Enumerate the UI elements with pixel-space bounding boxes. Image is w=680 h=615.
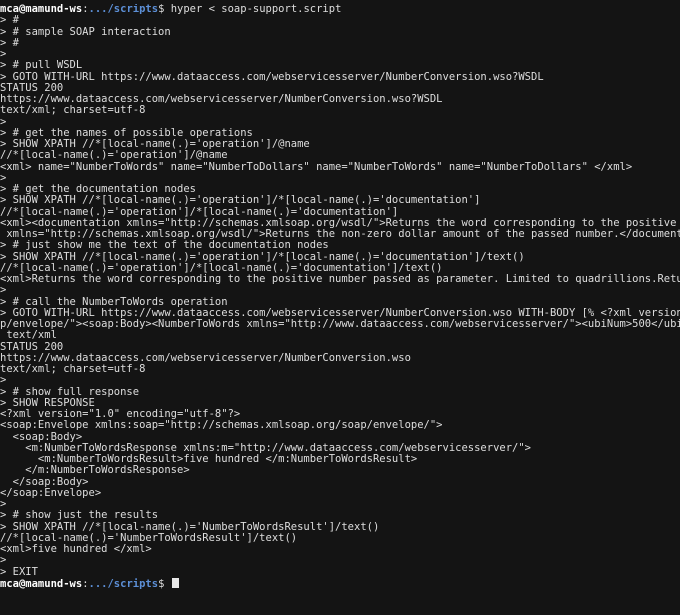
output-line: >: [0, 375, 7, 387]
output-line: > # sample SOAP interaction: [0, 26, 171, 38]
output-line: https://www.dataaccess.com/webservicesse…: [0, 94, 443, 105]
output-line: //*[local-name(.)='NumberToWordsResult']…: [0, 532, 298, 544]
output-line: > # show full response: [0, 386, 140, 398]
output-line: > #: [0, 37, 19, 49]
output-line: //*[local-name(.)='operation']/*[local-n…: [0, 206, 399, 218]
output-line: > SHOW XPATH //*[local-name(.)='operatio…: [0, 251, 525, 263]
output-line: <xml><documentation xmlns="http://schema…: [0, 217, 677, 229]
output-line: <?xml version="1.0" encoding="utf-8"?>: [0, 409, 241, 420]
output-line: > # get the documentation nodes: [0, 184, 196, 195]
output-line: text/xml; charset=utf-8: [0, 105, 146, 117]
output-line: >: [0, 555, 7, 567]
output-line: </soap:Envelope>: [0, 487, 102, 499]
output-line: > #: [0, 15, 19, 27]
output-line: > SHOW RESPONSE: [0, 397, 95, 409]
output-line: >: [0, 285, 7, 297]
output-line: https://www.dataaccess.com/webservicesse…: [0, 352, 411, 364]
output-line: </m:NumberToWordsResponse>: [0, 465, 190, 477]
output-line: >: [0, 116, 7, 128]
terminal-output: > # > # sample SOAP interaction > # > > # pu…: [0, 15, 680, 578]
output-line: text/xml: [0, 330, 57, 342]
command-text: hyper < soap-support.script: [164, 4, 342, 15]
output-line: > SHOW XPATH //*[local-name(.)='operatio…: [0, 139, 310, 150]
output-line: <xml>five hundred </xml>: [0, 544, 152, 555]
output-line: <soap:Body>: [0, 431, 83, 443]
prompt-path: .../scripts: [88, 4, 159, 15]
output-line: >: [0, 499, 7, 510]
prompt-user-host: mca@mamund-ws: [0, 4, 83, 15]
output-line: > SHOW XPATH //*[local-name(.)='operatio…: [0, 195, 481, 207]
output-line: > # call the NumberToWords operation: [0, 296, 228, 308]
output-line: >: [0, 49, 7, 60]
output-line: > # show just the results: [0, 510, 159, 522]
output-line: //*[local-name(.)='operation']/*[local-n…: [0, 262, 443, 274]
output-line: text/xml; charset=utf-8: [0, 364, 146, 375]
output-line: STATUS 200: [0, 341, 64, 353]
output-line: <m:NumberToWordsResponse xmlns:m="http:/…: [0, 442, 532, 454]
prompt-user-host: mca@mamund-ws: [0, 577, 83, 589]
output-line: > SHOW XPATH //*[local-name(.)='NumberTo…: [0, 521, 380, 533]
terminal-window[interactable]: mca@mamund-ws:.../scripts$ hyper < soap-…: [0, 0, 680, 615]
output-line: <xml> name="NumberToWords" name="NumberT…: [0, 161, 633, 173]
output-line: > # just show me the text of the documen…: [0, 240, 329, 252]
output-line: STATUS 200: [0, 82, 64, 94]
output-line: <soap:Envelope xmlns:soap="http://schema…: [0, 420, 443, 432]
output-line: xmlns="http://schemas.xmlsoap.org/wsdl/"…: [6, 229, 680, 240]
output-line: > # pull WSDL: [0, 60, 83, 72]
output-line: > GOTO WITH-URL https://www.dataaccess.c…: [0, 307, 680, 319]
prompt-line-top: mca@mamund-ws:.../scripts$ hyper < soap-…: [0, 4, 680, 15]
output-line: //*[local-name(.)='operation']/@name: [0, 150, 228, 162]
text-cursor: [171, 577, 179, 588]
prompt-line-bottom[interactable]: mca@mamund-ws:.../scripts$: [0, 577, 680, 589]
output-line: > # get the names of possible operations: [0, 127, 253, 139]
output-line: > GOTO WITH-URL https://www.dataaccess.c…: [0, 71, 544, 83]
output-line: > EXIT: [0, 566, 38, 578]
prompt-path: .../scripts: [88, 577, 159, 589]
output-line: <m:NumberToWordsResult>five hundred </m:…: [0, 454, 418, 465]
output-line: </soap:Body>: [0, 476, 89, 488]
output-line: <xml>Returns the word corresponding to t…: [0, 274, 680, 285]
output-line: p/envelope/"><soap:Body><NumberToWords x…: [0, 319, 680, 330]
output-line: >: [0, 172, 7, 184]
